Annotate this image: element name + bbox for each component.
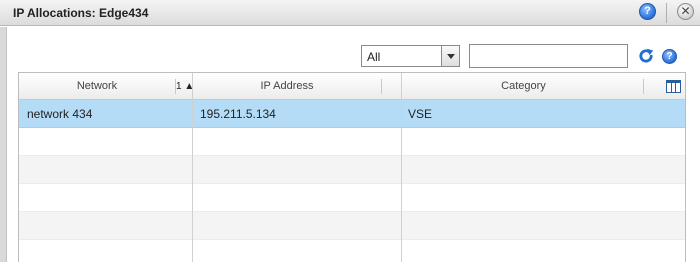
ip-allocations-grid: Network 1 ▲ IP Address Category network … [18, 72, 686, 262]
empty-row [19, 184, 685, 212]
grid-help-icon[interactable]: ? [662, 49, 677, 64]
search-input[interactable] [469, 44, 628, 68]
empty-row [19, 156, 685, 184]
filter-dropdown[interactable]: All [361, 45, 460, 67]
table-row[interactable]: network 434 195.211.5.134 VSE [19, 100, 685, 128]
titlebar-divider [666, 3, 667, 23]
column-divider [192, 73, 193, 262]
close-icon[interactable]: ✕ [677, 3, 694, 20]
dialog-titlebar: IP Allocations: Edge434 ? ✕ [0, 0, 700, 26]
empty-row [19, 212, 685, 240]
empty-row [19, 128, 685, 156]
column-header-network[interactable]: Network [19, 73, 175, 100]
chevron-down-icon[interactable] [441, 46, 459, 66]
help-icon[interactable]: ? [639, 3, 656, 20]
column-chooser-icon[interactable] [666, 80, 681, 93]
header-divider [643, 79, 644, 94]
empty-row [19, 240, 685, 262]
filter-dropdown-value: All [367, 50, 381, 64]
cell-category: VSE [408, 107, 433, 121]
dialog-title: IP Allocations: Edge434 [13, 6, 149, 20]
dialog-left-frame [0, 27, 7, 262]
cell-ip-address: 195.211.5.134 [200, 107, 276, 121]
refresh-icon[interactable] [637, 47, 655, 65]
column-divider [401, 73, 402, 262]
cell-network: network 434 [27, 107, 93, 121]
grid-header: Network 1 ▲ IP Address Category [19, 73, 685, 100]
header-divider [381, 79, 382, 94]
column-header-category[interactable]: Category [402, 73, 645, 100]
column-header-ip-address[interactable]: IP Address [193, 73, 381, 100]
